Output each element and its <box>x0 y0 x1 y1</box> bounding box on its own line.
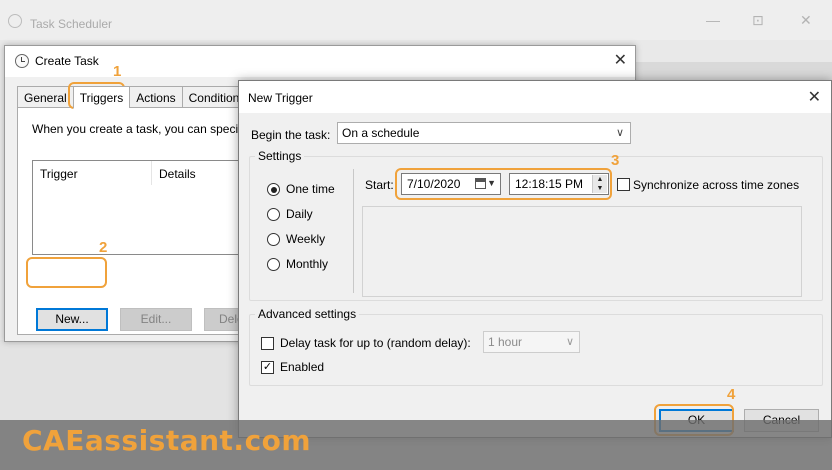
radio-daily-label[interactable]: Daily <box>286 207 313 221</box>
minimize-icon[interactable]: — <box>706 12 720 28</box>
begin-task-label: Begin the task: <box>251 128 331 142</box>
start-label: Start: <box>365 178 394 192</box>
settings-divider <box>353 169 354 293</box>
step-marker-3: 3 <box>611 152 620 169</box>
advanced-settings-group: Advanced settings Delay task for up to (… <box>249 307 823 386</box>
settings-group-title: Settings <box>255 149 305 163</box>
delay-value: 1 hour <box>488 335 523 349</box>
new-trigger-button[interactable]: New... <box>36 308 108 331</box>
sync-time-zones-checkbox[interactable] <box>617 178 630 191</box>
create-task-tabs: General Triggers Actions Conditions <box>17 86 253 109</box>
radio-weekly-label[interactable]: Weekly <box>286 232 325 246</box>
new-trigger-title: New Trigger <box>248 91 313 105</box>
step-marker-2: 2 <box>99 239 108 256</box>
sync-time-zones-label[interactable]: Synchronize across time zones <box>633 178 799 192</box>
radio-monthly[interactable] <box>267 258 280 271</box>
tab-actions[interactable]: Actions <box>129 86 182 108</box>
tab-triggers[interactable]: Triggers <box>72 86 130 109</box>
radio-weekly[interactable] <box>267 233 280 246</box>
step-marker-4: 4 <box>727 386 736 403</box>
create-task-title: Create Task <box>35 54 99 68</box>
begin-task-value: On a schedule <box>342 126 420 140</box>
edit-trigger-button[interactable]: Edit... <box>120 308 192 331</box>
radio-daily[interactable] <box>267 208 280 221</box>
recurrence-panel <box>362 206 802 297</box>
watermark-logo: CAEassistant.com <box>22 424 312 457</box>
radio-one-time-label[interactable]: One time <box>286 182 335 196</box>
delay-label[interactable]: Delay task for up to (random delay): <box>280 336 471 350</box>
column-header-trigger[interactable]: Trigger <box>40 167 78 181</box>
advanced-settings-title: Advanced settings <box>255 307 360 321</box>
delay-checkbox[interactable] <box>261 337 274 350</box>
maximize-icon[interactable]: ⊡ <box>752 12 764 29</box>
task-scheduler-title: Task Scheduler <box>30 17 113 31</box>
begin-task-select[interactable]: On a schedule ∨ <box>337 122 631 144</box>
close-icon[interactable]: ✕ <box>800 12 812 29</box>
clock-icon <box>15 54 29 68</box>
highlight-start-datetime <box>395 168 612 200</box>
close-icon[interactable]: ✕ <box>808 87 821 107</box>
radio-one-time[interactable] <box>267 183 280 196</box>
triggers-description: When you create a task, you can specify <box>32 122 248 136</box>
background-panel <box>636 62 832 82</box>
task-scheduler-icon <box>8 14 22 28</box>
column-header-details[interactable]: Details <box>159 167 196 181</box>
new-trigger-titlebar: New Trigger ✕ <box>239 81 831 113</box>
new-trigger-dialog: New Trigger ✕ Begin the task: On a sched… <box>238 80 832 438</box>
delay-select[interactable]: 1 hour ∨ <box>483 331 580 353</box>
close-icon[interactable]: ✕ <box>614 50 627 70</box>
chevron-down-icon: ∨ <box>615 127 624 139</box>
radio-monthly-label[interactable]: Monthly <box>286 257 328 271</box>
create-task-titlebar: Create Task ✕ <box>5 46 635 77</box>
chevron-down-icon: ∨ <box>565 336 574 348</box>
task-scheduler-titlebar: Task Scheduler — ⊡ ✕ <box>0 0 832 40</box>
highlight-new-button <box>26 257 107 288</box>
column-divider <box>151 161 152 185</box>
trigger-list[interactable]: Trigger Details <box>32 160 262 255</box>
step-marker-1: 1 <box>113 63 122 80</box>
enabled-label[interactable]: Enabled <box>280 360 324 374</box>
enabled-checkbox[interactable]: ✓ <box>261 361 274 374</box>
tab-general[interactable]: General <box>17 86 73 108</box>
